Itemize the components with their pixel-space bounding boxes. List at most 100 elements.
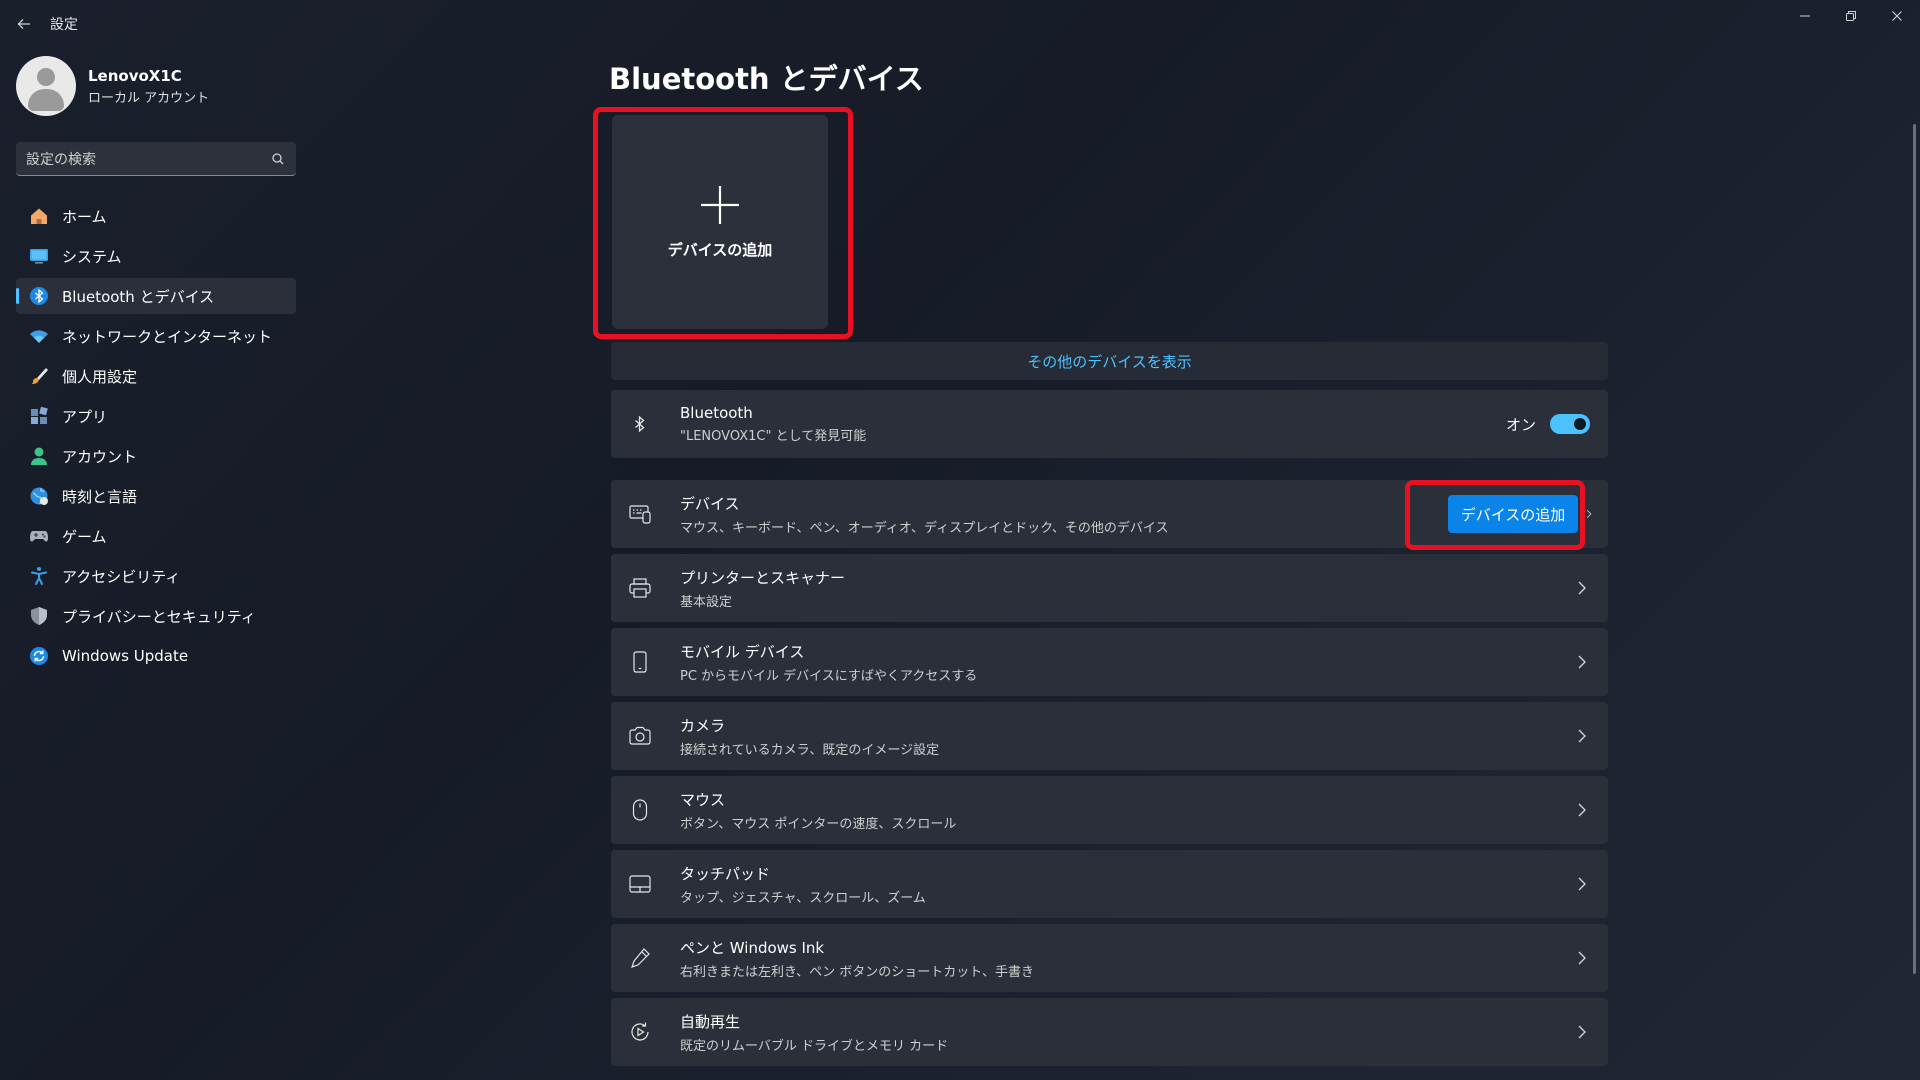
restore-icon <box>1846 11 1856 21</box>
camera-icon <box>627 723 653 749</box>
sidebar-item-apps[interactable]: アプリ <box>16 398 296 434</box>
update-icon <box>28 645 50 667</box>
card-title: プリンターとスキャナー <box>680 568 846 587</box>
minimize-icon <box>1800 15 1810 17</box>
pen-windows-ink-card[interactable]: ペンと Windows Ink 右利きまたは左利き、ペン ボタンのショートカット… <box>611 924 1608 992</box>
bluetooth-icon <box>627 411 653 437</box>
window-controls <box>1782 0 1920 32</box>
sidebar-item-accessibility[interactable]: アクセシビリティ <box>16 558 296 594</box>
gamepad-icon <box>28 525 50 547</box>
sidebar-item-label: アプリ <box>62 407 108 426</box>
card-subtitle: PC からモバイル デバイスにすばやくアクセスする <box>680 668 978 684</box>
card-title: 自動再生 <box>680 1012 741 1031</box>
card-title: ペンと Windows Ink <box>680 938 825 957</box>
vertical-scrollbar[interactable] <box>1913 124 1916 974</box>
search-icon <box>272 152 284 164</box>
sidebar-item-network[interactable]: ネットワークとインターネット <box>16 318 296 354</box>
close-button[interactable] <box>1874 0 1920 32</box>
close-icon <box>1892 11 1902 21</box>
sidebar-nav: ホーム システム Bluetooth とデバイス ネットワークとインターネット … <box>16 198 296 678</box>
card-subtitle: "LENOVOX1C" として発見可能 <box>680 429 867 444</box>
system-icon <box>28 245 50 267</box>
chevron-right-icon <box>1578 729 1586 743</box>
profile-name: LenovoX1C <box>88 66 182 85</box>
card-title: マウス <box>680 790 726 809</box>
mobile-devices-card[interactable]: モバイル デバイス PC からモバイル デバイスにすばやくアクセスする <box>611 628 1608 696</box>
chevron-right-icon <box>1578 803 1586 817</box>
bluetooth-toggle-group: オン <box>1506 414 1590 435</box>
minimize-button[interactable] <box>1782 0 1828 32</box>
card-subtitle: タップ、ジェスチャ、スクロール、ズーム <box>680 890 926 906</box>
sidebar-item-accounts[interactable]: アカウント <box>16 438 296 474</box>
sidebar-item-label: 時刻と言語 <box>62 487 138 506</box>
touchpad-card[interactable]: タッチパッド タップ、ジェスチャ、スクロール、ズーム <box>611 850 1608 918</box>
sidebar-item-bluetooth[interactable]: Bluetooth とデバイス <box>16 278 296 314</box>
sidebar-item-label: Windows Update <box>62 647 189 665</box>
sidebar-item-time-language[interactable]: 時刻と言語 <box>16 478 296 514</box>
chevron-right-icon <box>1586 509 1592 519</box>
shield-icon <box>28 605 50 627</box>
card-title: モバイル デバイス <box>680 642 805 661</box>
sidebar-item-label: 個人用設定 <box>62 367 138 386</box>
sidebar-item-label: ホーム <box>62 207 107 226</box>
highlight-box-add-tile <box>593 107 853 339</box>
brush-icon <box>28 365 50 387</box>
mouse-icon <box>627 797 653 823</box>
sidebar-item-personalization[interactable]: 個人用設定 <box>16 358 296 394</box>
sidebar-item-label: アクセシビリティ <box>62 567 181 586</box>
restore-button[interactable] <box>1828 0 1874 32</box>
page-title: Bluetooth とデバイス <box>609 62 924 96</box>
toggle-state-label: オン <box>1505 415 1536 434</box>
chevron-right-icon <box>1578 1025 1586 1039</box>
sidebar-item-home[interactable]: ホーム <box>16 198 296 234</box>
bluetooth-toggle[interactable] <box>1550 414 1590 434</box>
chevron-right-icon <box>1578 951 1586 965</box>
sidebar-item-label: ネットワークとインターネット <box>62 327 273 346</box>
search-input[interactable]: 設定の検索 <box>26 149 270 169</box>
app-title: 設定 <box>50 17 78 33</box>
autoplay-card[interactable]: 自動再生 既定のリムーバブル ドライブとメモリ カード <box>611 998 1608 1066</box>
sidebar-item-label: システム <box>62 247 122 266</box>
pen-icon <box>627 945 653 971</box>
sidebar-item-label: アカウント <box>62 447 138 466</box>
sidebar-item-windows-update[interactable]: Windows Update <box>16 638 296 674</box>
sidebar-item-gaming[interactable]: ゲーム <box>16 518 296 554</box>
chevron-right-icon <box>1578 877 1586 891</box>
sidebar-item-label: プライバシーとセキュリティ <box>62 607 256 626</box>
card-title: カメラ <box>680 716 726 735</box>
globe-icon <box>28 485 50 507</box>
bluetooth-card: Bluetooth "LENOVOX1C" として発見可能 オン <box>611 390 1608 458</box>
search-box[interactable]: 設定の検索 <box>16 142 296 176</box>
card-title: Bluetooth <box>680 404 753 422</box>
card-title: タッチパッド <box>680 864 771 883</box>
camera-card[interactable]: カメラ 接続されているカメラ、既定のイメージ設定 <box>611 702 1608 770</box>
home-icon <box>28 205 50 227</box>
sidebar-item-label: ゲーム <box>62 527 107 546</box>
sidebar-item-system[interactable]: システム <box>16 238 296 274</box>
apps-icon <box>28 405 50 427</box>
card-subtitle: ボタン、マウス ポインターの速度、スクロール <box>680 816 957 832</box>
card-subtitle: 接続されているカメラ、既定のイメージ設定 <box>680 742 940 758</box>
accessibility-icon <box>28 565 50 587</box>
chevron-right-icon <box>1578 655 1586 669</box>
user-profile[interactable]: LenovoX1C ローカル アカウント <box>16 56 209 116</box>
card-subtitle: マウス、キーボード、ペン、オーディオ、ディスプレイとドック、その他のデバイス <box>680 520 1169 536</box>
highlight-box-add-button <box>1405 480 1585 550</box>
back-button[interactable] <box>12 12 36 36</box>
mouse-card[interactable]: マウス ボタン、マウス ポインターの速度、スクロール <box>611 776 1608 844</box>
printers-scanners-card[interactable]: プリンターとスキャナー 基本設定 <box>611 554 1608 622</box>
card-subtitle: 基本設定 <box>680 594 733 610</box>
phone-icon <box>627 649 653 675</box>
card-subtitle: 右利きまたは左利き、ペン ボタンのショートカット、手書き <box>680 964 1034 980</box>
touchpad-icon <box>627 871 653 897</box>
view-more-devices-link[interactable]: その他のデバイスを表示 <box>611 342 1608 380</box>
sidebar-item-privacy[interactable]: プライバシーとセキュリティ <box>16 598 296 634</box>
autoplay-icon <box>627 1019 653 1045</box>
account-icon <box>28 445 50 467</box>
printer-icon <box>627 575 653 601</box>
keyboard-devices-icon <box>627 501 653 527</box>
profile-account-type: ローカル アカウント <box>88 90 210 106</box>
chevron-right-icon <box>1578 581 1586 595</box>
back-arrow-icon <box>17 19 30 29</box>
title-bar: 設定 <box>0 0 1920 48</box>
